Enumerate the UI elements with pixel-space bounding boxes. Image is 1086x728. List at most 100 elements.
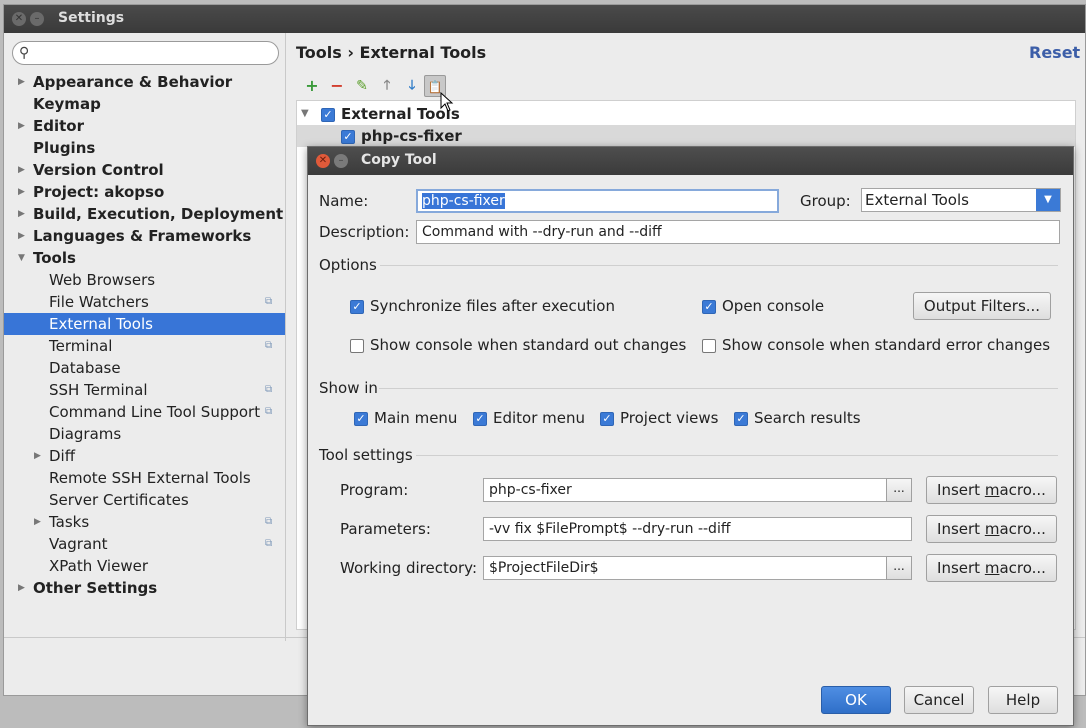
output-filters-button[interactable]: Output Filters... (913, 292, 1051, 320)
name-label: Name: (319, 192, 369, 210)
sync-files-option[interactable]: ✓ Synchronize files after execution (350, 297, 615, 315)
show-console-err-option[interactable]: ✓ Show console when standard error change… (702, 336, 1050, 354)
project-settings-icon: ⧉ (265, 516, 273, 527)
sidebar-item-editor[interactable]: ▶ Editor (4, 115, 285, 137)
search-icon: ⚲ (19, 45, 30, 61)
sidebar-item-label: XPath Viewer (49, 557, 148, 575)
list-item[interactable]: ✓ php-cs-fixer (297, 125, 1075, 147)
sidebar-item-label: Command Line Tool Support (49, 403, 261, 421)
sidebar-item-web-browsers[interactable]: Web Browsers (4, 269, 285, 291)
working-directory-browse-button[interactable]: ... (886, 556, 912, 580)
search-results-checkbox[interactable]: ✓ (734, 411, 748, 426)
editor-menu-checkbox[interactable]: ✓ (473, 411, 487, 426)
group-value: External Tools (865, 191, 969, 209)
sidebar-item-ssh-terminal[interactable]: SSH Terminal ⧉ (4, 379, 285, 401)
sidebar-item-project-akopso[interactable]: ▶ Project: akopso (4, 181, 285, 203)
sidebar-item-vagrant[interactable]: Vagrant ⧉ (4, 533, 285, 555)
chevron-right-icon[interactable]: ▶ (18, 181, 25, 203)
sidebar-item-diff[interactable]: ▶ Diff (4, 445, 285, 467)
group-checkbox[interactable]: ✓ (321, 107, 335, 122)
search-results-label: Search results (754, 409, 861, 427)
show-console-out-option[interactable]: ✓ Show console when standard out changes (350, 336, 686, 354)
sidebar-item-plugins[interactable]: Plugins (4, 137, 285, 159)
tools-toolbar: + − ✎ 🡑 🡓 📋 (296, 74, 1076, 100)
chevron-right-icon[interactable]: ▶ (18, 203, 25, 225)
sidebar-item-languages-frameworks[interactable]: ▶ Languages & Frameworks (4, 225, 285, 247)
sidebar-item-xpath-viewer[interactable]: XPath Viewer (4, 555, 285, 577)
main-menu-label: Main menu (374, 409, 458, 427)
tool-checkbox[interactable]: ✓ (341, 129, 355, 144)
sync-files-checkbox[interactable]: ✓ (350, 299, 364, 314)
sidebar-item-keymap[interactable]: Keymap (4, 93, 285, 115)
group-select[interactable]: External Tools ▼ (861, 188, 1061, 212)
program-insert-macro-button[interactable]: Insert macro... (926, 476, 1057, 504)
name-field[interactable]: php-cs-fixer (416, 189, 779, 213)
sidebar-item-tasks[interactable]: ▶ Tasks ⧉ (4, 511, 285, 533)
sidebar-item-remote-ssh-external-tools[interactable]: Remote SSH External Tools (4, 467, 285, 489)
sidebar-item-external-tools[interactable]: External Tools (4, 313, 285, 335)
sidebar-item-database[interactable]: Database (4, 357, 285, 379)
description-field[interactable]: Command with --dry-run and --diff (416, 220, 1060, 244)
parameters-insert-macro-button[interactable]: Insert macro... (926, 515, 1057, 543)
move-down-icon[interactable]: 🡓 (401, 75, 423, 97)
chevron-right-icon[interactable]: ▶ (18, 225, 25, 247)
chevron-right-icon[interactable]: ▶ (18, 159, 25, 181)
chevron-right-icon[interactable]: ▶ (34, 511, 41, 533)
project-views-checkbox[interactable]: ✓ (600, 411, 614, 426)
minimize-icon[interactable]: – (30, 12, 44, 26)
chevron-right-icon[interactable]: ▶ (18, 577, 25, 599)
sidebar-item-label: Version Control (33, 161, 164, 179)
edit-icon[interactable]: ✎ (351, 75, 373, 97)
sidebar-item-label: Languages & Frameworks (33, 227, 252, 245)
program-browse-button[interactable]: ... (886, 478, 912, 502)
editor-menu-option[interactable]: ✓ Editor menu (473, 409, 585, 427)
chevron-down-icon[interactable]: ▼ (18, 247, 25, 269)
close-icon[interactable]: ✕ (12, 12, 26, 26)
close-icon[interactable]: ✕ (316, 154, 330, 168)
sidebar-item-diagrams[interactable]: Diagrams (4, 423, 285, 445)
main-menu-checkbox[interactable]: ✓ (354, 411, 368, 426)
sidebar-item-build-execution-deployment[interactable]: ▶ Build, Execution, Deployment (4, 203, 285, 225)
chevron-right-icon[interactable]: ▶ (18, 71, 25, 93)
show-console-err-checkbox[interactable]: ✓ (702, 338, 716, 353)
search-box[interactable]: ⚲ (12, 41, 279, 65)
search-input[interactable] (37, 44, 272, 62)
chevron-right-icon[interactable]: ▶ (18, 115, 25, 137)
search-results-option[interactable]: ✓ Search results (734, 409, 861, 427)
ok-button[interactable]: OK (821, 686, 891, 714)
settings-tree: ▶ Appearance & Behavior Keymap ▶ Editor Plugi… (4, 71, 285, 641)
sidebar-item-tools[interactable]: ▼ Tools (4, 247, 285, 269)
main-menu-option[interactable]: ✓ Main menu (354, 409, 457, 427)
working-directory-field[interactable]: $ProjectFileDir$ (483, 556, 887, 580)
chevron-down-icon[interactable]: ▼ (1036, 189, 1060, 211)
options-separator (380, 265, 1058, 266)
project-views-option[interactable]: ✓ Project views (600, 409, 718, 427)
sidebar-item-terminal[interactable]: Terminal ⧉ (4, 335, 285, 357)
sidebar-item-command-line-tool-support[interactable]: Command Line Tool Support ⧉ (4, 401, 285, 423)
add-icon[interactable]: + (301, 75, 323, 97)
open-console-option[interactable]: ✓ Open console (702, 297, 824, 315)
help-button[interactable]: Help (988, 686, 1058, 714)
sidebar-item-file-watchers[interactable]: File Watchers ⧉ (4, 291, 285, 313)
working-directory-insert-macro-button[interactable]: Insert macro... (926, 554, 1057, 582)
show-in-separator (379, 388, 1058, 389)
parameters-field[interactable]: -vv fix $FilePrompt$ --dry-run --diff (483, 517, 912, 541)
sidebar-item-version-control[interactable]: ▶ Version Control (4, 159, 285, 181)
chevron-down-icon[interactable]: ▼ (301, 103, 309, 125)
sidebar-item-label: Database (49, 359, 121, 377)
move-up-icon[interactable]: 🡑 (376, 75, 398, 97)
sidebar-item-appearance-behavior[interactable]: ▶ Appearance & Behavior (4, 71, 285, 93)
program-field[interactable]: php-cs-fixer (483, 478, 887, 502)
sidebar-item-label: Diagrams (49, 425, 122, 443)
list-group-row[interactable]: ▼ ✓ External Tools (297, 103, 1075, 125)
reset-link[interactable]: Reset (1029, 43, 1080, 62)
minimize-icon[interactable]: – (334, 154, 348, 168)
show-console-out-checkbox[interactable]: ✓ (350, 338, 364, 353)
cancel-button[interactable]: Cancel (904, 686, 974, 714)
sidebar-item-other-settings[interactable]: ▶ Other Settings (4, 577, 285, 599)
chevron-right-icon[interactable]: ▶ (34, 445, 41, 467)
sync-files-label: Synchronize files after execution (370, 297, 615, 315)
sidebar-item-server-certificates[interactable]: Server Certificates (4, 489, 285, 511)
open-console-checkbox[interactable]: ✓ (702, 299, 716, 314)
remove-icon[interactable]: − (326, 75, 348, 97)
